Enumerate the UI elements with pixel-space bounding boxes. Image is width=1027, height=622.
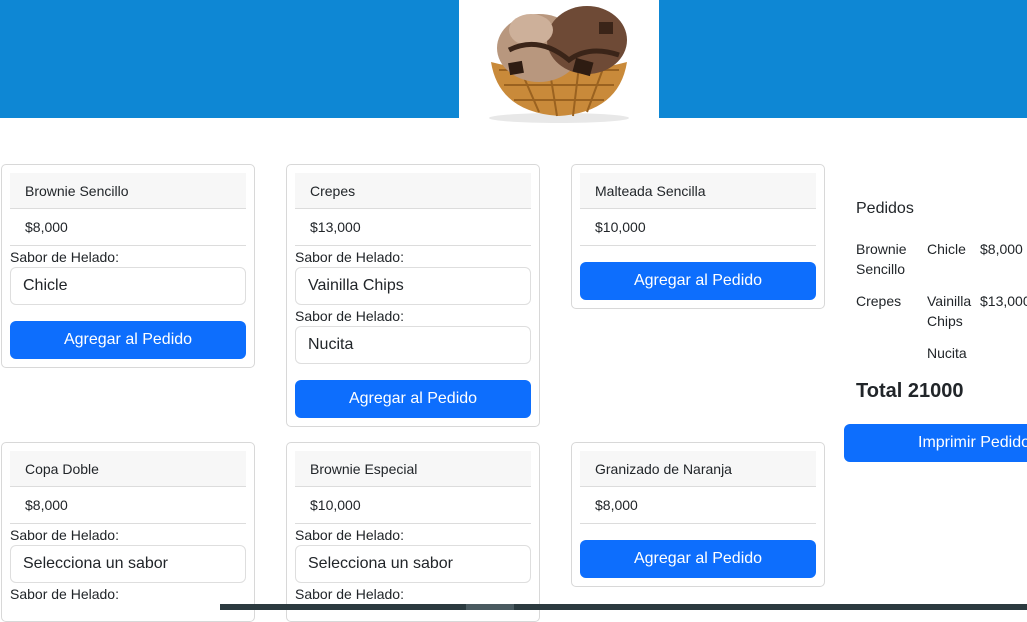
flavor-select[interactable]: Selecciona un sabor [295,545,531,583]
flavor-select[interactable]: Selecciona un sabor [10,545,246,583]
product-name: Brownie Especial [295,451,531,487]
ice-cream-icon [489,6,629,123]
flavor-label: Sabor de Helado: [295,249,404,265]
product-name: Crepes [295,173,531,209]
order-item-price: $13,000 [980,293,1027,309]
product-card-malteada-sencilla: Malteada Sencilla $10,000 Agregar al Ped… [571,164,825,309]
product-price: $8,000 [580,487,816,524]
product-name: Brownie Sencillo [10,173,246,209]
add-to-order-button[interactable]: Agregar al Pedido [580,540,816,578]
product-card-brownie-sencillo: Brownie Sencillo $8,000 Sabor de Helado:… [1,164,255,368]
scrollbar-thumb[interactable] [466,604,514,610]
order-item-name: Brownie Sencillo [856,241,907,277]
product-price: $8,000 [10,487,246,524]
order-item-flavor: Nucita [927,345,967,361]
product-name: Malteada Sencilla [580,173,816,209]
add-to-order-button[interactable]: Agregar al Pedido [295,380,531,418]
print-order-button[interactable]: Imprimir Pedido [844,424,1027,462]
order-item-flavor: Chicle [927,241,966,257]
flavor-select[interactable]: Chicle [10,267,246,305]
product-card-granizado-de-naranja: Granizado de Naranja $8,000 Agregar al P… [571,442,825,587]
product-card-copa-doble: Copa Doble $8,000 Sabor de Helado: Selec… [1,442,255,622]
add-to-order-button[interactable]: Agregar al Pedido [580,262,816,300]
order-item-flavor: Vainilla Chips [927,293,972,329]
product-card-crepes: Crepes $13,000 Sabor de Helado: Vainilla… [286,164,540,427]
horizontal-scrollbar[interactable] [220,604,1027,610]
header-image [459,0,659,124]
flavor-select[interactable]: Vainilla Chips [295,267,531,305]
flavor-label: Sabor de Helado: [10,527,119,543]
order-item-price: $8,000 [980,241,1023,257]
product-price: $8,000 [10,209,246,246]
flavor-label: Sabor de Helado: [295,308,404,324]
flavor-label: Sabor de Helado: [10,586,119,602]
product-price: $13,000 [295,209,531,246]
flavor-label: Sabor de Helado: [295,527,404,543]
product-price: $10,000 [580,209,816,246]
flavor-label: Sabor de Helado: [295,586,404,602]
flavor-label: Sabor de Helado: [10,249,119,265]
product-price: $10,000 [295,487,531,524]
product-card-brownie-especial: Brownie Especial $10,000 Sabor de Helado… [286,442,540,622]
orders-title: Pedidos [856,200,914,217]
add-to-order-button[interactable]: Agregar al Pedido [10,321,246,359]
order-item-name: Crepes [856,293,902,309]
product-name: Copa Doble [10,451,246,487]
flavor-select[interactable]: Nucita [295,326,531,364]
order-total: Total 21000 [856,380,964,402]
product-name: Granizado de Naranja [580,451,816,487]
